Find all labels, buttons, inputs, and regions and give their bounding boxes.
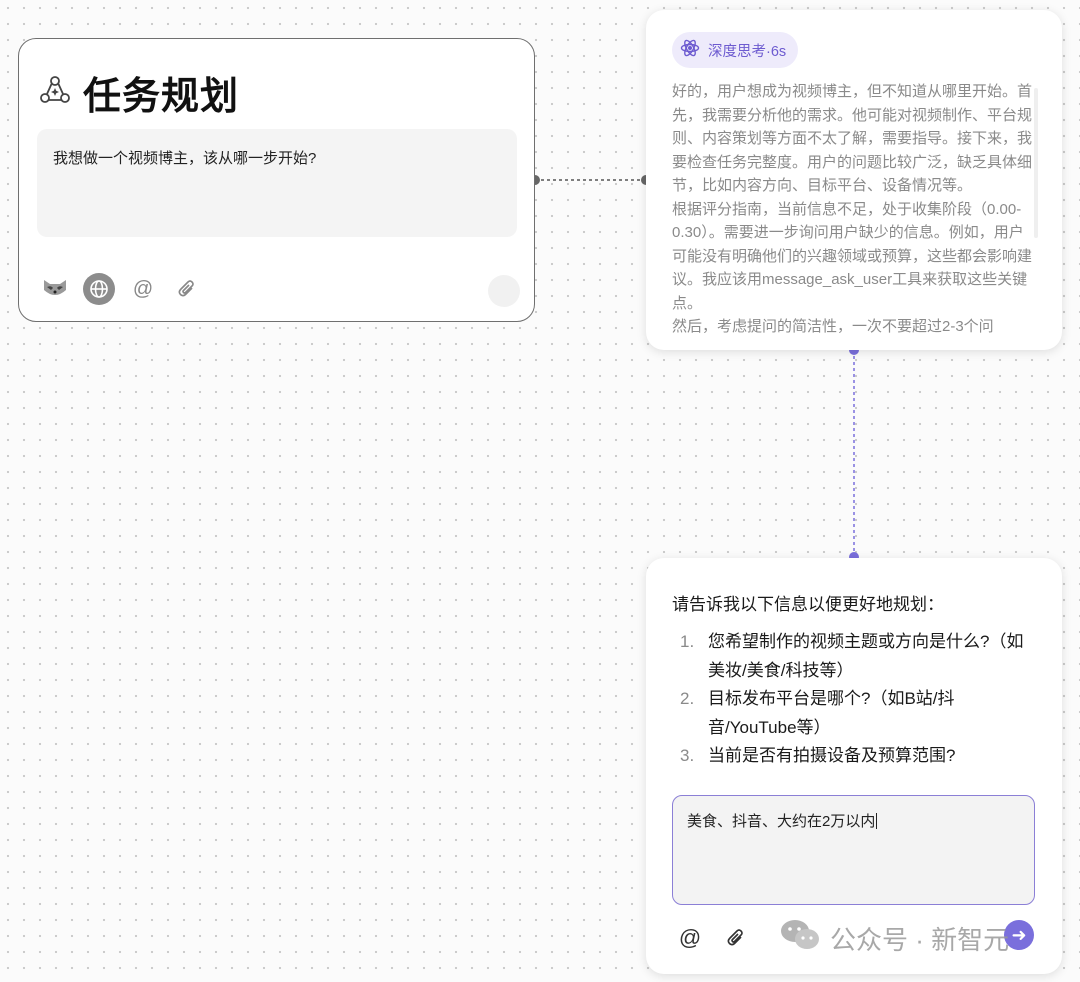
answer-text: 美食、抖音、大约在2万以内 — [687, 813, 875, 830]
thinking-paragraph: 根据评分指南，当前信息不足，处于收集阶段（0.00-0.30）。需要进一步询问用… — [672, 198, 1032, 316]
list-item-number: 3. — [670, 742, 708, 771]
thinking-card: 深度思考·6s 好的，用户想成为视频博主，但不知道从哪里开始。首先，我需要分析他… — [646, 10, 1062, 350]
agents-triangle-icon — [39, 74, 71, 111]
scrollbar[interactable] — [1034, 88, 1038, 238]
atom-icon — [680, 38, 700, 62]
task-toolbar: @ — [39, 273, 203, 305]
prompt-input[interactable]: 我想做一个视频博主，该从哪一步开始? — [37, 129, 517, 237]
watermark: 公众号 · 新智元 — [780, 918, 1009, 959]
thinking-paragraph: 然后，考虑提问的简洁性，一次不要超过2-3个问 — [672, 315, 1032, 339]
list-item-number: 2. — [670, 685, 708, 742]
thinking-paragraph: 好的，用户想成为视频博主，但不知道从哪里开始。首先，我需要分析他的需求。他可能对… — [672, 80, 1032, 198]
badge-label: 深度思考·6s — [708, 40, 786, 61]
at-icon[interactable]: @ — [674, 922, 706, 954]
question-card: 请告诉我以下信息以便更好地规划： 1. 您希望制作的视频主题或方向是什么?（如美… — [646, 558, 1062, 974]
list-item: 3. 当前是否有拍摄设备及预算范围? — [670, 742, 1040, 771]
list-item: 1. 您希望制作的视频主题或方向是什么?（如美妆/美食/科技等） — [670, 628, 1040, 685]
answer-toolbar: @ — [674, 922, 752, 954]
paperclip-icon[interactable] — [171, 273, 203, 305]
thinking-text: 好的，用户想成为视频博主，但不知道从哪里开始。首先，我需要分析他的需求。他可能对… — [672, 80, 1032, 340]
at-icon[interactable]: @ — [127, 273, 159, 305]
text-caret — [876, 813, 877, 829]
question-intro: 请告诉我以下信息以便更好地规划： — [672, 590, 944, 615]
globe-icon[interactable] — [83, 273, 115, 305]
question-list: 1. 您希望制作的视频主题或方向是什么?（如美妆/美食/科技等） 2. 目标发布… — [670, 628, 1040, 771]
task-title-row: 任务规划 — [39, 65, 239, 120]
watermark-text: 公众号 · 新智元 — [830, 920, 1009, 957]
list-item-number: 1. — [670, 628, 708, 685]
arrow-right-icon: ➜ — [1011, 925, 1026, 946]
list-item: 2. 目标发布平台是哪个?（如B站/抖音/YouTube等） — [670, 685, 1040, 742]
paperclip-icon[interactable] — [720, 922, 752, 954]
deep-thinking-badge[interactable]: 深度思考·6s — [672, 32, 798, 68]
answer-input[interactable]: 美食、抖音、大约在2万以内 — [672, 795, 1035, 905]
page-title: 任务规划 — [83, 65, 239, 120]
task-planning-card[interactable]: 任务规划 我想做一个视频博主，该从哪一步开始? @ — [18, 38, 535, 322]
raccoon-icon[interactable] — [39, 273, 71, 305]
list-item-text: 目标发布平台是哪个?（如B站/抖音/YouTube等） — [708, 685, 1040, 742]
list-item-text: 您希望制作的视频主题或方向是什么?（如美妆/美食/科技等） — [708, 628, 1040, 685]
wechat-icon — [780, 918, 820, 959]
send-button[interactable] — [488, 275, 520, 307]
list-item-text: 当前是否有拍摄设备及预算范围? — [708, 742, 955, 771]
